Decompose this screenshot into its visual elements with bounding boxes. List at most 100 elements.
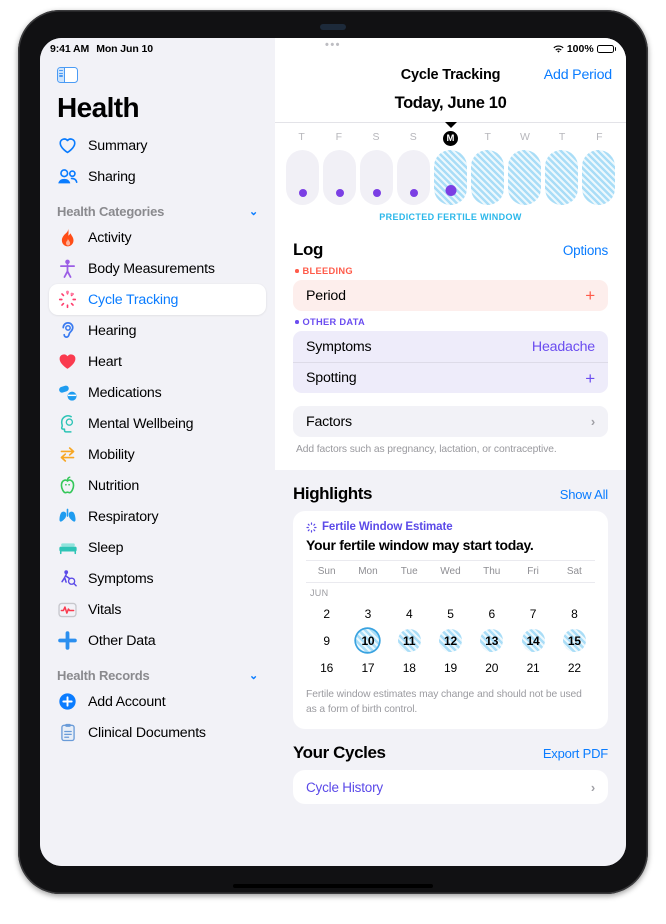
sidebar-item-label: Sleep: [88, 539, 124, 556]
sidebar-item-mobility[interactable]: Mobility: [49, 439, 266, 470]
export-pdf-button[interactable]: Export PDF: [543, 746, 608, 761]
calendar-day[interactable]: 4: [398, 602, 421, 625]
cycle-history-row[interactable]: Cycle History ›: [293, 770, 608, 805]
dow-label: T: [484, 131, 491, 143]
log-card: Log Options BLEEDING Period + OTHER DATA…: [275, 230, 626, 470]
sidebar-item-medications[interactable]: Medications: [49, 377, 266, 408]
chevron-down-icon[interactable]: ⌄: [249, 669, 258, 682]
row-label: Spotting: [306, 370, 357, 386]
add-period-button[interactable]: Add Period: [544, 67, 612, 83]
day-oval-today[interactable]: [434, 150, 467, 205]
day-oval[interactable]: [508, 150, 541, 205]
sidebar-item-summary[interactable]: Summary: [49, 130, 266, 161]
sidebar-item-other-data[interactable]: Other Data: [49, 625, 266, 656]
day-oval[interactable]: [545, 150, 578, 205]
home-indicator[interactable]: [233, 883, 433, 888]
calendar-day[interactable]: 21: [522, 656, 545, 679]
calendar-day-fertile[interactable]: 13: [480, 629, 504, 652]
dow-label: T: [298, 131, 305, 143]
clipboard-icon: [57, 722, 78, 743]
flame-icon: [57, 227, 78, 248]
calendar-day[interactable]: 6: [480, 602, 503, 625]
cal-dow-label: Fri: [527, 566, 539, 577]
factors-row[interactable]: Factors ›: [293, 406, 608, 437]
sidebar-item-label: Nutrition: [88, 477, 140, 494]
calendar-day[interactable]: 22: [563, 656, 586, 679]
sidebar-nav-categories: Activity Body Measurements Cycle Trackin…: [40, 222, 275, 656]
calendar-day[interactable]: 3: [356, 602, 379, 625]
add-icon[interactable]: +: [585, 287, 595, 304]
day-oval[interactable]: [360, 150, 393, 205]
calendar-day-fertile[interactable]: 14: [521, 629, 545, 652]
sidebar-item-vitals[interactable]: Vitals: [49, 594, 266, 625]
day-oval[interactable]: [323, 150, 356, 205]
head-icon: [57, 413, 78, 434]
log-options-button[interactable]: Options: [563, 243, 608, 258]
sidebar-item-label: Respiratory: [88, 508, 159, 525]
calendar-day[interactable]: 7: [522, 602, 545, 625]
sidebar-item-sharing[interactable]: Sharing: [49, 161, 266, 192]
sidebar-item-cycle-tracking[interactable]: Cycle Tracking: [49, 284, 266, 315]
sidebar-toggle-icon[interactable]: [57, 67, 78, 83]
chevron-right-icon: ›: [590, 414, 595, 429]
row-value[interactable]: Headache: [532, 339, 595, 355]
lungs-icon: [57, 506, 78, 527]
sidebar-item-clinical-documents[interactable]: Clinical Documents: [49, 717, 266, 748]
card-headline: Your fertile window may start today.: [306, 537, 534, 553]
calendar-day[interactable]: 9: [315, 629, 338, 652]
sidebar-item-add-account[interactable]: Add Account: [49, 686, 266, 717]
sidebar-item-respiratory[interactable]: Respiratory: [49, 501, 266, 532]
calendar-day-fertile[interactable]: 12: [438, 629, 462, 652]
day-oval[interactable]: [471, 150, 504, 205]
calendar-day-fertile[interactable]: 11: [397, 629, 421, 652]
sidebar-item-hearing[interactable]: Hearing: [49, 315, 266, 346]
factors-footnote: Add factors such as pregnancy, lactation…: [296, 444, 557, 455]
sidebar-item-sleep[interactable]: Sleep: [49, 532, 266, 563]
log-row-spotting[interactable]: Spotting +: [293, 362, 608, 393]
sidebar-item-label: Mental Wellbeing: [88, 415, 194, 432]
ear-icon: [57, 320, 78, 341]
day-oval[interactable]: [397, 150, 430, 205]
cycle-icon: [57, 289, 78, 310]
apple-icon: [57, 475, 78, 496]
calendar-day[interactable]: 20: [480, 656, 503, 679]
day-oval[interactable]: [582, 150, 615, 205]
calendar-day[interactable]: 5: [439, 602, 462, 625]
fertile-window-card[interactable]: Fertile Window Estimate Your fertile win…: [293, 511, 608, 730]
today-date-label[interactable]: Today, June 10: [275, 90, 626, 122]
calendar-day-today[interactable]: 10: [356, 629, 380, 652]
calendar-day-fertile[interactable]: 15: [562, 629, 586, 652]
dow-label: W: [519, 131, 530, 143]
sidebar-item-body-measurements[interactable]: Body Measurements: [49, 253, 266, 284]
content-scroll-area[interactable]: Log Options BLEEDING Period + OTHER DATA…: [275, 230, 626, 866]
group-bullet-icon: [295, 269, 299, 273]
sidebar-nav-records: Add Account Clinical Documents: [40, 686, 275, 748]
calendar-day[interactable]: 18: [398, 656, 421, 679]
chevron-down-icon[interactable]: ⌄: [249, 205, 258, 218]
calendar-day[interactable]: 16: [315, 656, 338, 679]
log-row-period[interactable]: Period +: [293, 280, 608, 311]
fertile-window-disclaimer: Fertile window estimates may change and …: [306, 689, 582, 715]
day-oval[interactable]: [286, 150, 319, 205]
add-icon[interactable]: +: [585, 370, 595, 387]
sidebar-section-health-records[interactable]: Health Records ⌄: [40, 668, 275, 683]
sidebar-item-label: Other Data: [88, 632, 156, 649]
calendar-day[interactable]: 19: [439, 656, 462, 679]
sidebar-item-label: Hearing: [88, 322, 137, 339]
calendar-day[interactable]: 8: [563, 602, 586, 625]
cal-dow-label: Tue: [400, 566, 418, 577]
calendar-day[interactable]: 17: [356, 656, 379, 679]
plus-icon: [57, 630, 78, 651]
sidebar-item-nutrition[interactable]: Nutrition: [49, 470, 266, 501]
show-all-button[interactable]: Show All: [560, 487, 608, 502]
sidebar-item-activity[interactable]: Activity: [49, 222, 266, 253]
log-row-symptoms[interactable]: Symptoms Headache: [293, 331, 608, 362]
sidebar-section-health-categories[interactable]: Health Categories ⌄: [40, 204, 275, 219]
sidebar-item-mental-wellbeing[interactable]: Mental Wellbeing: [49, 408, 266, 439]
sidebar-item-heart[interactable]: Heart: [49, 346, 266, 377]
calendar-day[interactable]: 2: [315, 602, 338, 625]
front-camera: [320, 24, 346, 30]
add-circle-icon: [57, 691, 78, 712]
heart-filled-icon: [57, 351, 78, 372]
sidebar-item-symptoms[interactable]: Symptoms: [49, 563, 266, 594]
